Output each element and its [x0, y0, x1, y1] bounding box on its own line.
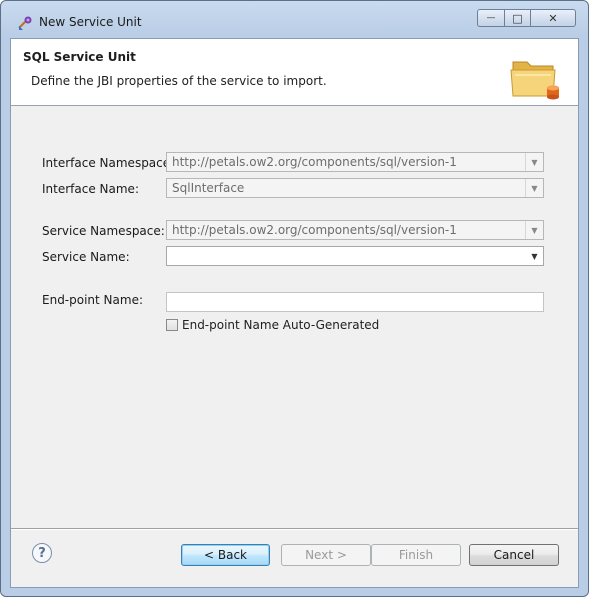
next-button[interactable]: Next >	[281, 544, 371, 566]
endpoint-name-input[interactable]	[166, 292, 544, 312]
auto-generated-option[interactable]: End-point Name Auto-Generated	[166, 318, 379, 332]
auto-generated-checkbox[interactable]	[166, 319, 178, 331]
auto-generated-label[interactable]: End-point Name Auto-Generated	[182, 318, 379, 332]
wizard-banner: SQL Service Unit Define the JBI properti…	[11, 39, 578, 106]
service-namespace-combo[interactable]: http://petals.ow2.org/components/sql/ver…	[166, 220, 544, 240]
interface-namespace-label: Interface Namespace:	[42, 156, 175, 170]
finish-button[interactable]: Finish	[371, 544, 461, 566]
dialog-client-area: SQL Service Unit Define the JBI properti…	[10, 38, 579, 588]
app-icon	[17, 15, 33, 31]
maximize-button[interactable]: □	[504, 9, 530, 27]
interface-namespace-value: http://petals.ow2.org/components/sql/ver…	[172, 155, 457, 169]
help-icon[interactable]: ?	[32, 543, 52, 563]
minimize-icon: —	[486, 13, 496, 23]
title-bar: New Service Unit — □ ✕	[1, 1, 588, 39]
folder-database-icon	[509, 52, 563, 102]
close-icon: ✕	[548, 11, 558, 25]
back-button[interactable]: < Back	[181, 544, 270, 566]
dialog-window: New Service Unit — □ ✕ SQL Service Unit …	[0, 0, 589, 597]
close-button[interactable]: ✕	[530, 9, 576, 27]
service-namespace-label: Service Namespace:	[42, 224, 165, 238]
window-controls: — □ ✕	[477, 9, 576, 29]
chevron-down-icon[interactable]: ▼	[525, 153, 543, 171]
service-name-combo[interactable]: ▼	[166, 246, 544, 266]
interface-namespace-combo[interactable]: http://petals.ow2.org/components/sql/ver…	[166, 152, 544, 172]
interface-name-combo[interactable]: SqlInterface ▼	[166, 178, 544, 198]
chevron-down-icon[interactable]: ▼	[525, 179, 543, 197]
maximize-icon: □	[512, 11, 523, 25]
chevron-down-icon[interactable]: ▼	[525, 221, 543, 239]
service-name-label: Service Name:	[42, 250, 130, 264]
minimize-button[interactable]: —	[477, 9, 504, 27]
endpoint-name-label: End-point Name:	[42, 293, 143, 307]
interface-name-value: SqlInterface	[172, 181, 245, 195]
service-namespace-value: http://petals.ow2.org/components/sql/ver…	[172, 223, 457, 237]
interface-name-label: Interface Name:	[42, 182, 139, 196]
window-title: New Service Unit	[39, 15, 142, 29]
footer-separator	[11, 528, 578, 530]
chevron-down-icon[interactable]: ▼	[526, 247, 543, 265]
page-title: SQL Service Unit	[23, 50, 136, 64]
cancel-button[interactable]: Cancel	[469, 544, 559, 566]
page-description: Define the JBI properties of the service…	[31, 74, 327, 88]
